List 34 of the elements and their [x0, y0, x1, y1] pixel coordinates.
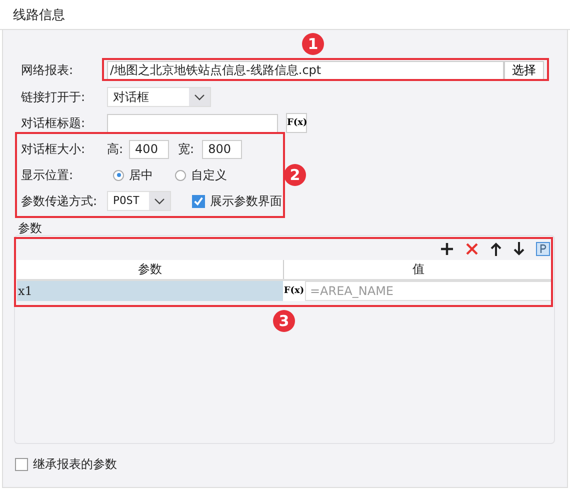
- height-label: 高:: [107, 140, 124, 158]
- chevron-down-icon: [194, 94, 205, 100]
- formula-button[interactable]: F(x): [286, 113, 307, 133]
- field-label: 链接打开于:: [21, 88, 86, 106]
- arrow-down-icon[interactable]: [513, 242, 525, 256]
- method-dropdown[interactable]: POST: [107, 191, 171, 211]
- open-in-dropdown[interactable]: 对话框: [107, 87, 211, 107]
- chevron-down-icon: [154, 198, 165, 204]
- width-label: 宽:: [178, 140, 194, 158]
- section-label: 参数: [17, 220, 43, 235]
- field-label: 对话框大小:: [21, 140, 86, 158]
- radio-option[interactable]: 居中: [113, 166, 153, 184]
- radio-option[interactable]: 自定义: [175, 166, 227, 184]
- height-field[interactable]: 400: [129, 140, 170, 158]
- parameter-icon[interactable]: [536, 242, 550, 256]
- report-path-field[interactable]: /地图之北京地铁站点信息-线路信息.cpt: [107, 60, 504, 80]
- inherit-params-checkbox[interactable]: 继承报表的参数: [15, 456, 567, 473]
- check-icon: [193, 195, 204, 207]
- width-field[interactable]: 800: [202, 140, 242, 158]
- field-label: 显示位置:: [21, 166, 74, 184]
- delete-icon[interactable]: [465, 242, 479, 256]
- field-label: 对话框标题:: [21, 114, 86, 132]
- arrow-up-icon[interactable]: [490, 242, 502, 256]
- show-params-checkbox[interactable]: 展示参数界面: [192, 192, 282, 210]
- column-header: 参数: [17, 260, 284, 279]
- choose-button[interactable]: 选择: [504, 60, 544, 80]
- field-label: 参数传递方式:: [21, 192, 98, 210]
- column-header: 值: [412, 261, 426, 278]
- field-label: 网络报表:: [21, 62, 74, 78]
- dialog-title-field[interactable]: [107, 114, 278, 132]
- param-value-field[interactable]: =AREA_NAME: [305, 281, 553, 301]
- add-icon[interactable]: [440, 242, 454, 256]
- window-title: 线路信息: [13, 6, 65, 24]
- param-name-cell[interactable]: x1: [17, 281, 283, 301]
